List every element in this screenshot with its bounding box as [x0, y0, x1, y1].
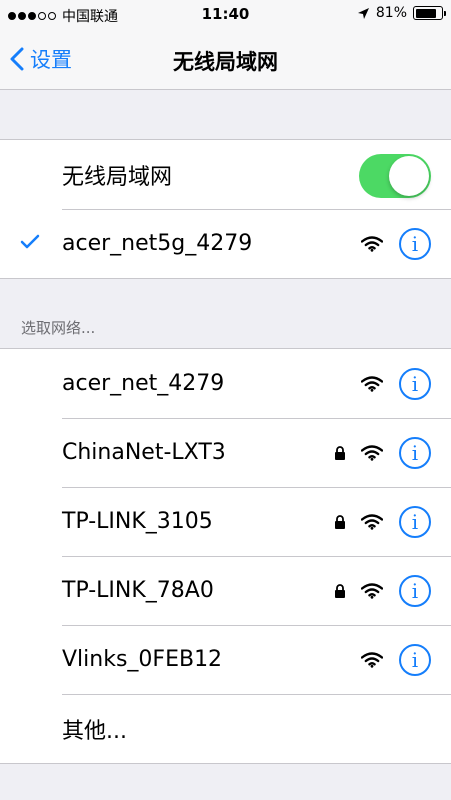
network-row[interactable]: acer_net_4279 i — [0, 349, 451, 418]
row-icons: i — [333, 487, 431, 556]
network-name: ChinaNet-LXT3 — [62, 440, 226, 465]
battery-fill — [415, 8, 436, 18]
status-right: 81% — [357, 5, 446, 21]
network-row[interactable]: TP-LINK_78A0 i — [0, 556, 451, 625]
info-icon: i — [411, 231, 419, 256]
info-icon: i — [411, 647, 419, 672]
wifi-signal-icon — [361, 513, 383, 530]
row-icons: i — [333, 556, 431, 625]
row-icons: i — [333, 418, 431, 487]
network-name: TP-LINK_78A0 — [62, 578, 214, 603]
network-row[interactable]: Vlinks_0FEB12 i — [0, 625, 451, 694]
networks-group: acer_net_4279 i ChinaNet-LXT3 i TP-LINK_… — [0, 348, 451, 764]
info-button[interactable]: i — [399, 227, 431, 260]
info-icon: i — [411, 578, 419, 603]
network-row[interactable]: TP-LINK_3105 i — [0, 487, 451, 556]
lock-icon — [333, 583, 347, 598]
row-icons: i — [333, 349, 431, 418]
wlan-toggle-label: 无线局域网 — [62, 164, 173, 190]
info-button[interactable]: i — [399, 574, 431, 607]
lock-icon — [333, 514, 347, 529]
checkmark-icon — [20, 234, 40, 249]
navigation-bar: 设置 无线局域网 — [0, 30, 451, 90]
battery-percent: 81% — [375, 5, 407, 21]
status-bar: 中国联通 11:40 81% — [0, 0, 451, 30]
info-icon: i — [411, 440, 419, 465]
info-button[interactable]: i — [399, 436, 431, 469]
info-icon: i — [411, 371, 419, 396]
info-button[interactable]: i — [399, 643, 431, 676]
info-icon: i — [411, 509, 419, 534]
wlan-toggle-switch[interactable] — [359, 154, 431, 198]
wifi-signal-icon — [361, 375, 383, 392]
wlan-group: 无线局域网 acer_net5g_4279 i — [0, 139, 451, 279]
page-title: 无线局域网 — [173, 50, 278, 74]
info-button[interactable]: i — [399, 505, 431, 538]
battery-icon — [413, 6, 446, 20]
network-name: TP-LINK_3105 — [62, 509, 213, 534]
wifi-signal-icon — [361, 444, 383, 461]
lock-icon — [333, 445, 347, 460]
section-header: 选取网络... — [21, 319, 96, 337]
wlan-toggle-row: 无线局域网 — [0, 140, 451, 209]
wifi-signal-icon — [361, 235, 383, 252]
row-icons: i — [361, 209, 431, 278]
info-button[interactable]: i — [399, 367, 431, 400]
location-arrow-icon — [357, 7, 369, 19]
network-name: Vlinks_0FEB12 — [62, 647, 223, 672]
network-row[interactable]: ChinaNet-LXT3 i — [0, 418, 451, 487]
connected-network-row[interactable]: acer_net5g_4279 i — [0, 209, 451, 278]
other-network-row[interactable]: 其他... — [0, 694, 451, 763]
other-network-label: 其他... — [62, 718, 127, 744]
connected-network-name: acer_net5g_4279 — [62, 231, 253, 256]
wifi-signal-icon — [361, 651, 383, 668]
toggle-knob — [389, 156, 429, 196]
row-icons: i — [333, 625, 431, 694]
wifi-signal-icon — [361, 582, 383, 599]
network-name: acer_net_4279 — [62, 371, 225, 396]
